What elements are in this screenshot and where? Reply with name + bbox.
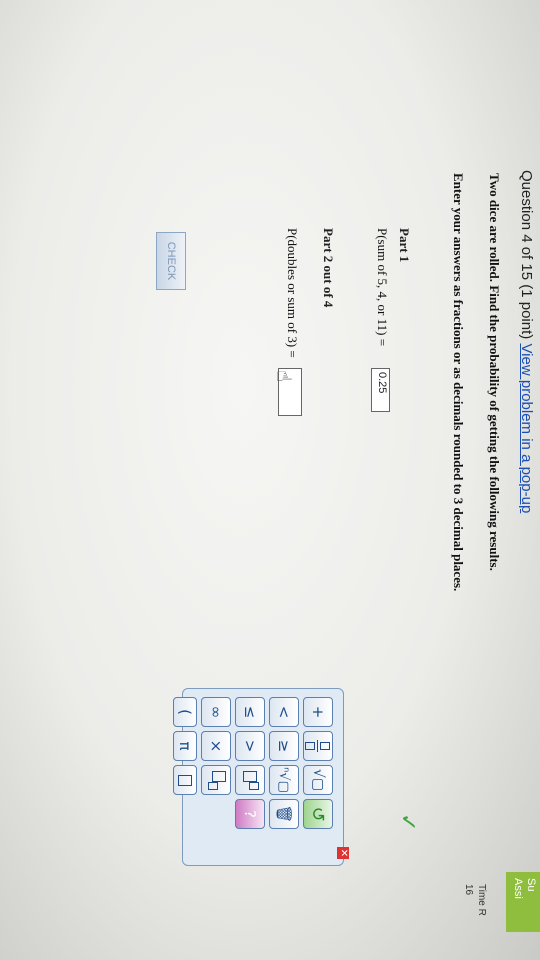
submit-assignment-button[interactable]: Su Assi — [506, 872, 540, 932]
part2-expression: P(doubles or sum of 3) = — [285, 228, 300, 358]
less-equal-key[interactable]: ≤ — [235, 697, 265, 727]
part1-title: Part 1 — [397, 228, 412, 263]
less-equal-glyph: ≤ — [241, 705, 259, 719]
greater-than-glyph: > — [241, 739, 259, 753]
undo-key[interactable]: ↺ — [303, 799, 333, 829]
checkmark-icon: ✓ — [395, 813, 420, 832]
answer-instructions: Enter your answers as fractions or as de… — [451, 173, 466, 592]
view-popup-link[interactable]: View problem in a pop-up — [518, 343, 535, 513]
trash-icon: 🗑 — [275, 804, 293, 824]
time-remaining: Time R 16 — [462, 884, 488, 916]
less-than-glyph: < — [275, 705, 293, 719]
assessment-page: Question 4 of 15 (1 point) View problem … — [0, 0, 540, 960]
fraction-key[interactable] — [303, 731, 333, 761]
fraction-icon — [305, 740, 331, 752]
pi-key[interactable]: π — [173, 731, 197, 761]
subscript-key[interactable] — [201, 765, 231, 795]
greater-equal-glyph: ≥ — [275, 739, 293, 753]
problem-statement: Two dice are rolled. Find the probabilit… — [487, 173, 502, 571]
math-palette: ✕ + < ≤ ∞ ( ≥ > × π √▢ ⁿ√▢ ↺ 🗑 ? — [173, 688, 349, 866]
submit-label-line2: Assi — [512, 878, 524, 899]
undo-icon: ↺ — [307, 806, 329, 822]
part2-title: Part 2 out of 4 — [321, 228, 336, 308]
sqrt-icon: √▢ — [310, 768, 326, 792]
delete-key[interactable]: 🗑 — [269, 799, 299, 829]
nth-root-key[interactable]: ⁿ√▢ — [269, 765, 299, 795]
help-key[interactable]: ? — [235, 799, 265, 829]
pi-glyph: π — [176, 741, 194, 751]
greater-than-key[interactable]: > — [235, 731, 265, 761]
times-glyph: × — [207, 739, 225, 753]
question-header: Question 4 of 15 (1 point) View problem … — [518, 170, 535, 513]
mouse-cursor-icon: ☝ — [272, 370, 296, 383]
submit-label-line1: Su — [525, 878, 537, 892]
superscript-icon — [239, 770, 261, 790]
time-label: Time R — [476, 884, 487, 916]
close-icon[interactable]: ✕ — [337, 847, 349, 859]
box-icon — [178, 774, 192, 786]
time-value: 16 — [463, 884, 474, 896]
infinity-key[interactable]: ∞ — [201, 697, 231, 727]
nth-root-icon: ⁿ√▢ — [276, 767, 292, 793]
plus-glyph: + — [309, 705, 327, 719]
part1-answer-field[interactable]: 0.25 — [371, 368, 390, 412]
parenthesis-glyph: ( — [176, 709, 194, 715]
help-glyph: ? — [241, 810, 259, 818]
infinity-glyph: ∞ — [207, 705, 225, 719]
superscript-key[interactable] — [235, 765, 265, 795]
subscript-icon — [206, 770, 227, 790]
part1-expression: P(sum of 5, 4, or 11) = — [375, 228, 390, 347]
check-button[interactable]: CHECK — [156, 232, 186, 290]
greater-equal-key[interactable]: ≥ — [269, 731, 299, 761]
less-than-key[interactable]: < — [269, 697, 299, 727]
times-key[interactable]: × — [201, 731, 231, 761]
sqrt-key[interactable]: √▢ — [303, 765, 333, 795]
box-key[interactable] — [173, 765, 197, 795]
question-label: Question 4 of 15 (1 point) — [518, 170, 535, 340]
plus-minus-key[interactable]: + — [303, 697, 333, 727]
parentheses-key[interactable]: ( — [173, 697, 197, 727]
